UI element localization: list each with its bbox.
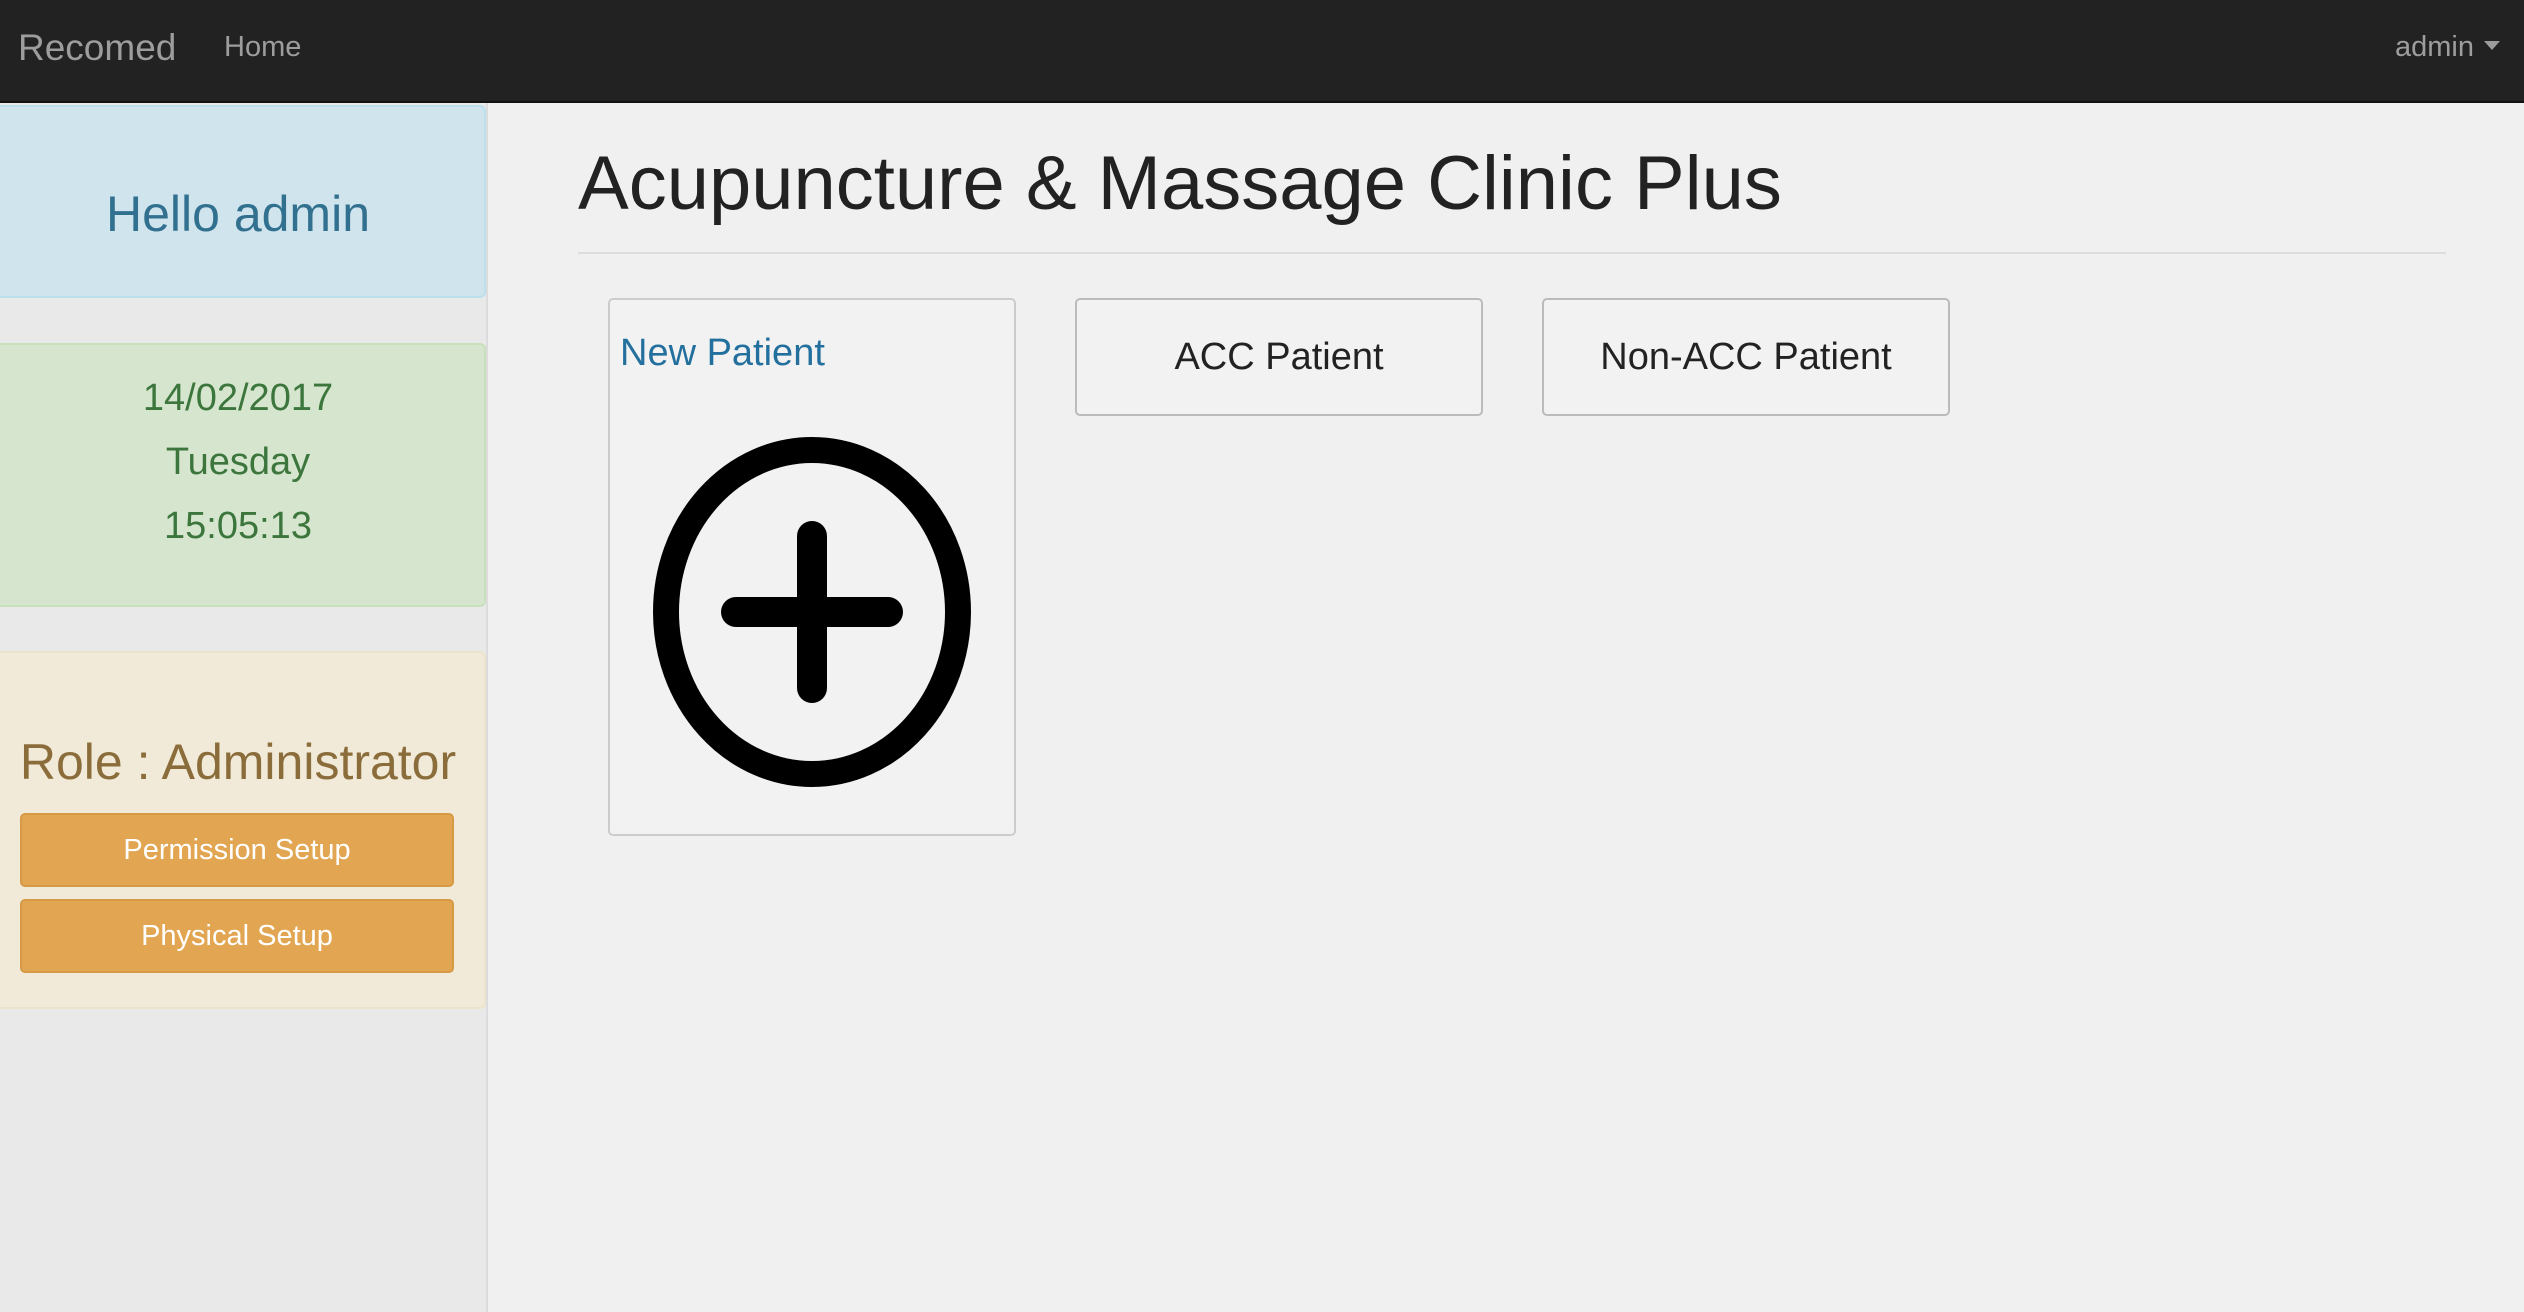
time-text: 15:05:13 — [164, 505, 312, 547]
greeting-panel: Hello admin — [0, 105, 486, 298]
role-text: Role : Administrator — [19, 734, 457, 790]
physical-setup-button[interactable]: Physical Setup — [20, 899, 454, 973]
role-panel: Role : Administrator Permission Setup Ph… — [0, 651, 486, 1009]
greeting-text: Hello admin — [105, 186, 370, 242]
title-divider — [578, 252, 2446, 254]
caret-down-icon — [2484, 40, 2500, 50]
page-title: Acupuncture & Massage Clinic Plus — [578, 141, 1782, 226]
brand-link[interactable]: Recomed — [18, 0, 176, 100]
permission-setup-button[interactable]: Permission Setup — [20, 813, 454, 887]
weekday-text: Tuesday — [165, 441, 311, 483]
non-acc-patient-button[interactable]: Non-ACC Patient — [1542, 298, 1950, 416]
plus-circle-icon — [653, 437, 971, 787]
nav-home-link[interactable]: Home — [224, 0, 301, 100]
top-navbar: Recomed Home admin — [0, 0, 2524, 103]
acc-patient-button[interactable]: ACC Patient — [1075, 298, 1483, 416]
user-dropdown-label: admin — [2395, 31, 2474, 63]
new-patient-link[interactable]: New Patient — [620, 332, 825, 375]
new-patient-card[interactable]: New Patient — [608, 298, 1016, 836]
user-dropdown-toggle[interactable]: admin — [2395, 0, 2500, 100]
sidebar: Hello admin 14/02/2017 Tuesday 15:05:13 … — [0, 103, 488, 1312]
date-text: 14/02/2017 — [142, 377, 334, 419]
datetime-panel: 14/02/2017 Tuesday 15:05:13 — [0, 343, 486, 607]
